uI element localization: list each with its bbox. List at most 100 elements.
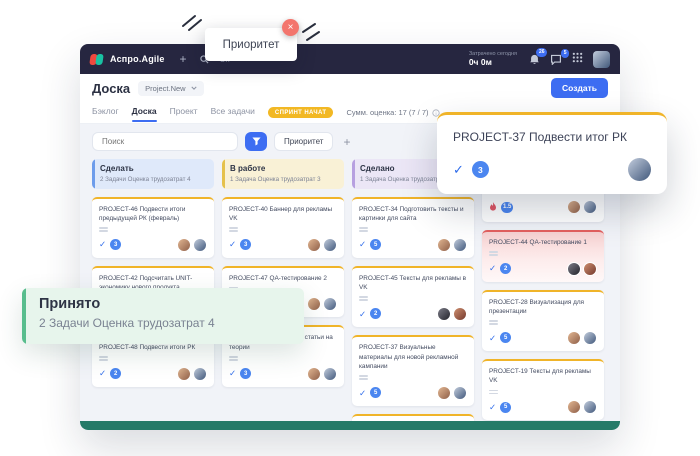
avatar bbox=[453, 238, 467, 252]
description-icon bbox=[489, 320, 597, 325]
time-tracker-label: Затрачено сегодня bbox=[469, 51, 517, 58]
notifications-badge: 26 bbox=[536, 48, 547, 57]
board-column-1: Сделать2 Задачи Оценка трудозатрат 4PROJ… bbox=[92, 159, 214, 387]
task-card[interactable]: PROJECT-34 Подготовить тексты и картинки… bbox=[352, 197, 474, 258]
avatar bbox=[437, 386, 451, 400]
funnel-icon bbox=[252, 137, 261, 146]
assignee-avatars bbox=[435, 307, 467, 321]
avatar bbox=[307, 297, 321, 311]
avatar bbox=[567, 262, 581, 276]
avatar bbox=[307, 367, 321, 381]
task-card-footer: ✓3 bbox=[229, 238, 337, 252]
accepted-meta: 2 Задачи Оценка трудозатрат 4 bbox=[39, 316, 290, 330]
task-card-footer: ✓5 bbox=[489, 400, 597, 414]
task-card-title: PROJECT-28 Визуализация для презентации bbox=[489, 298, 597, 317]
time-tracker-value: 0ч 0м bbox=[469, 57, 517, 67]
estimate-badge: 3 bbox=[472, 161, 489, 178]
task-card-footer: ✓3 bbox=[99, 238, 207, 252]
summary-score-text: Сумм. оценка: 17 (7 / 7) bbox=[346, 108, 428, 117]
messages-badge: 5 bbox=[561, 49, 569, 58]
check-icon: ✓ bbox=[359, 310, 366, 319]
description-icon bbox=[359, 375, 467, 380]
filter-button[interactable] bbox=[245, 132, 267, 151]
app-window: Аспро.Agile + Сп Затрачено сегодня 0ч 0м… bbox=[80, 44, 620, 430]
notifications-button[interactable]: 26 bbox=[529, 53, 540, 65]
task-card-title: PROJECT-46 Подвести итоги предыдущей РК … bbox=[99, 205, 207, 224]
quick-add-icon[interactable]: + bbox=[180, 53, 187, 65]
task-card-title: PROJECT-34 Подготовить тексты и картинки… bbox=[359, 205, 467, 224]
estimate-badge: 5 bbox=[500, 402, 511, 413]
tooltip-close-button[interactable]: × bbox=[282, 19, 299, 36]
check-icon: ✓ bbox=[229, 240, 236, 249]
check-icon: ✓ bbox=[489, 264, 496, 273]
assignee-avatars bbox=[435, 386, 467, 400]
task-card-title: PROJECT-44 QA-тестирование 1 bbox=[489, 238, 597, 248]
estimate-badge: 5 bbox=[370, 387, 381, 398]
project-select[interactable]: Project.New bbox=[138, 81, 203, 96]
messages-button[interactable]: 5 bbox=[550, 54, 562, 65]
task-card-footer: ✓2 bbox=[359, 307, 467, 321]
estimate-badge: 3 bbox=[110, 239, 121, 250]
assignee-avatars bbox=[565, 262, 597, 276]
apps-grid-icon[interactable] bbox=[572, 50, 583, 68]
task-card-title: PROJECT-47 QA-тестирование 2 bbox=[229, 274, 337, 284]
avatar bbox=[307, 238, 321, 252]
avatar bbox=[193, 238, 207, 252]
column-meta: 2 Задачи Оценка трудозатрат 4 bbox=[100, 176, 206, 183]
fire-icon bbox=[489, 198, 497, 216]
task-card[interactable]: PROJECT-40 Баннер для рекламы VK✓3 bbox=[222, 197, 344, 258]
add-filter-button[interactable]: + bbox=[340, 136, 353, 148]
task-card-title: PROJECT-19 Тексты для рекламы VK bbox=[489, 367, 597, 386]
assignee-avatars bbox=[175, 367, 207, 381]
tab-проект[interactable]: Проект bbox=[170, 103, 198, 122]
sprint-status-badge: СПРИНТ НАЧАТ bbox=[268, 107, 334, 118]
assignee-avatars bbox=[565, 200, 597, 214]
avatar bbox=[193, 367, 207, 381]
task-card-title: PROJECT-45 Тексты для рекламы в VK bbox=[359, 274, 467, 293]
description-icon bbox=[489, 251, 597, 256]
task-card[interactable]: PROJECT-44 QA-тестирование 1 ✓ 2 bbox=[482, 230, 604, 282]
tab-все-задачи[interactable]: Все задачи bbox=[211, 103, 255, 122]
assignee-avatars bbox=[305, 367, 337, 381]
search-input[interactable] bbox=[100, 136, 230, 147]
task-popup-footer: ✓ 3 bbox=[453, 158, 651, 181]
create-button[interactable]: Создать bbox=[551, 78, 608, 98]
assignee-avatar bbox=[628, 158, 651, 181]
avatar bbox=[177, 367, 191, 381]
task-card[interactable]: PROJECT-46 Подвести итоги предыдущей РК … bbox=[92, 197, 214, 258]
check-icon: ✓ bbox=[99, 369, 106, 378]
board-column-2: В работе1 Задача Оценка трудозатрат 3PRO… bbox=[222, 159, 344, 387]
task-card-title: PROJECT-48 Подвести итоги РК bbox=[99, 343, 207, 353]
tabs: Бэклог Доска Проект Все задачи bbox=[92, 103, 255, 122]
task-card[interactable]: PROJECT-45 Тексты для рекламы в VK ✓2 bbox=[352, 266, 474, 327]
app-logo-icon bbox=[90, 53, 103, 66]
avatar bbox=[583, 200, 597, 214]
tab-бэклог[interactable]: Бэклог bbox=[92, 103, 119, 122]
task-popup-card[interactable]: PROJECT-37 Подвести итог РК ✓ 3 bbox=[437, 112, 667, 194]
assignee-avatars bbox=[175, 238, 207, 252]
estimate-badge: 2 bbox=[500, 263, 511, 274]
task-card-footer: 1.5 bbox=[489, 198, 597, 216]
description-icon bbox=[99, 227, 207, 232]
filter-chip-priority[interactable]: Приоритет bbox=[274, 132, 333, 151]
description-icon bbox=[359, 296, 467, 301]
assignee-avatars bbox=[565, 400, 597, 414]
app-bar-right: Затрачено сегодня 0ч 0м 26 5 bbox=[469, 50, 610, 68]
description-icon bbox=[99, 356, 207, 361]
board-toolbar: Доска Project.New Создать bbox=[80, 74, 620, 102]
task-card-title: PROJECT-37 Визуальные материалы для ново… bbox=[359, 343, 467, 372]
estimate-badge: 1.5 bbox=[501, 202, 513, 213]
task-card[interactable]: PROJECT-37 Визуальные материалы для ново… bbox=[352, 335, 474, 406]
assignee-avatars bbox=[305, 238, 337, 252]
description-icon bbox=[229, 227, 337, 232]
task-card-footer: ✓3 bbox=[229, 367, 337, 381]
avatar bbox=[567, 331, 581, 345]
check-icon: ✓ bbox=[99, 240, 106, 249]
task-card[interactable]: PROJECT-19 Тексты для рекламы VK ✓5 bbox=[482, 359, 604, 420]
tab-доска[interactable]: Доска bbox=[132, 103, 157, 122]
page: Аспро.Agile + Сп Затрачено сегодня 0ч 0м… bbox=[0, 0, 700, 456]
user-avatar[interactable] bbox=[593, 51, 610, 68]
task-card-footer: ✓5 bbox=[359, 386, 467, 400]
task-card[interactable]: PROJECT-28 Визуализация для презентации✓… bbox=[482, 290, 604, 351]
avatar bbox=[567, 200, 581, 214]
